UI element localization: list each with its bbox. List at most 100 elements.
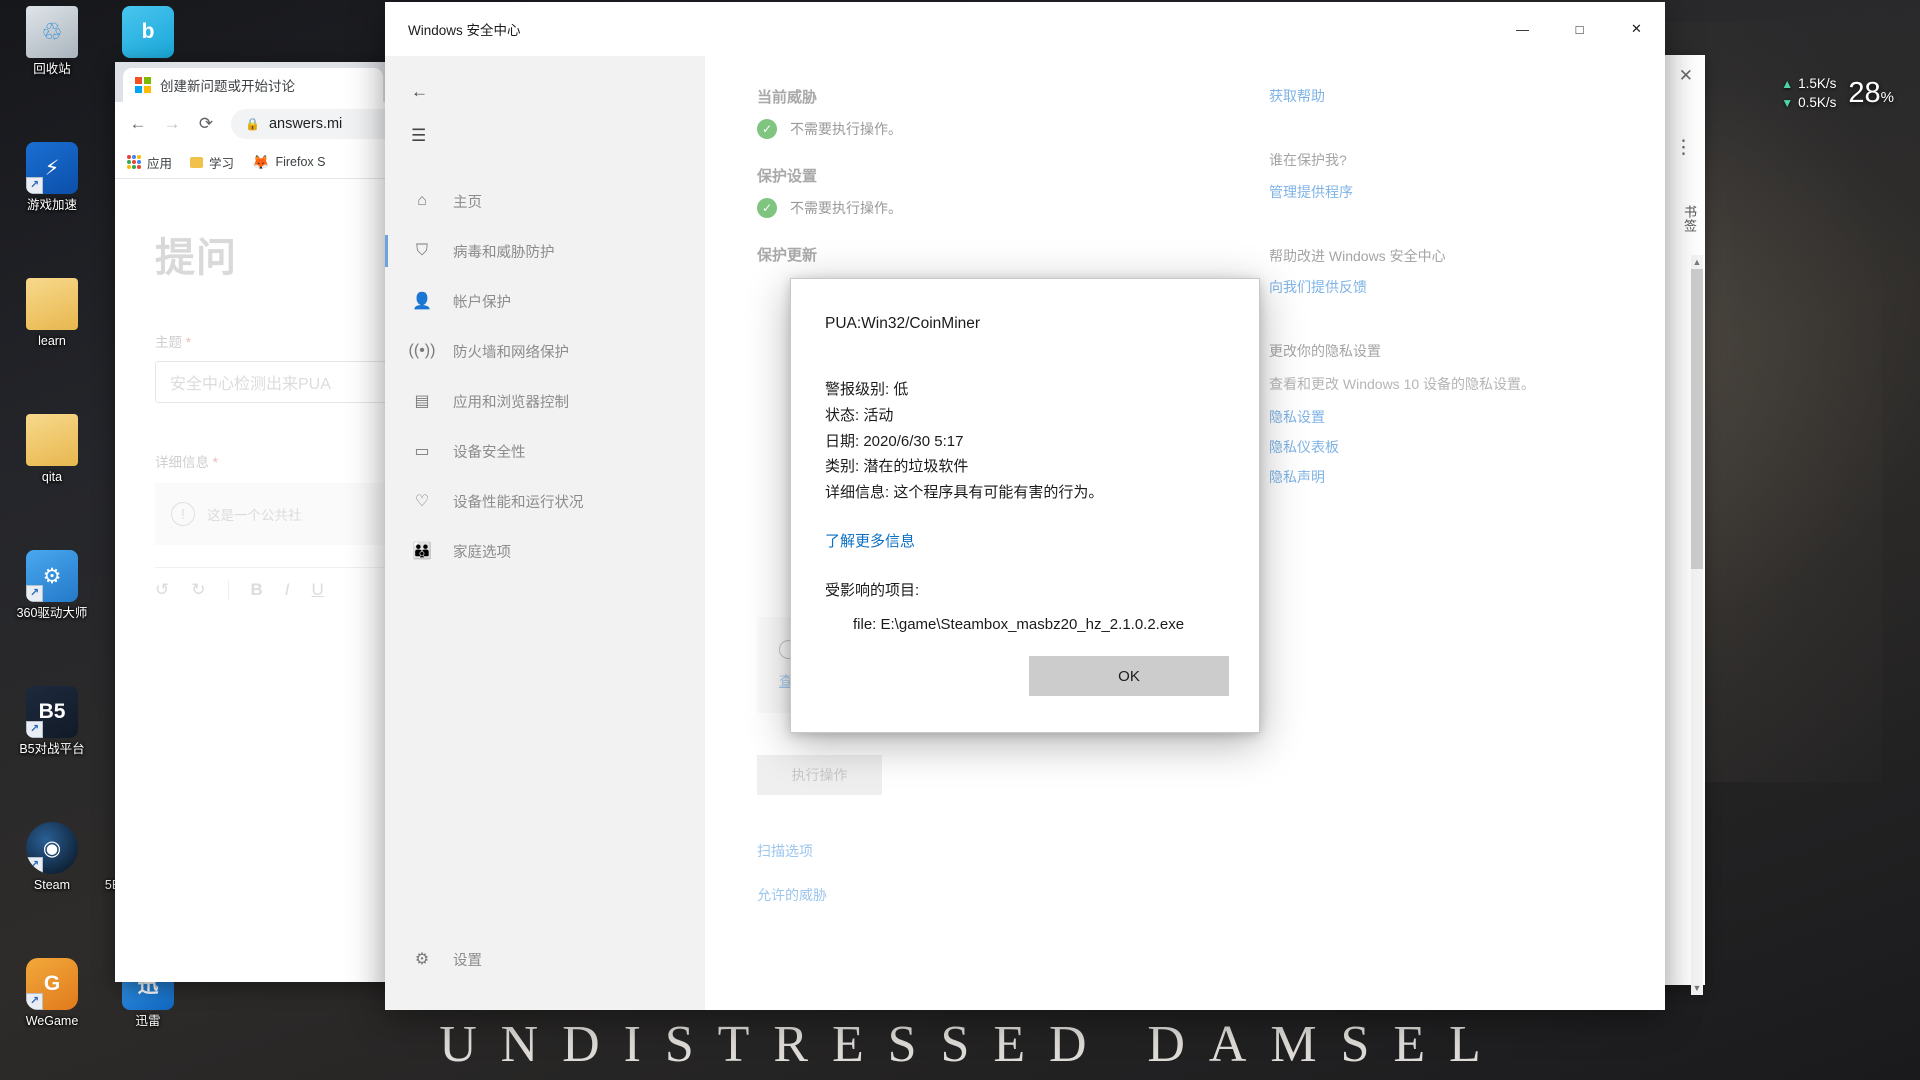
browser-tab[interactable]: 创建新问题或开始讨论 [123, 68, 383, 102]
desktop-icon-wegame[interactable]: G ↗ WeGame [4, 958, 100, 1066]
window-title: Windows 安全中心 [408, 23, 521, 38]
driver-master-icon: ⚙ ↗ [26, 550, 78, 602]
privacy-settings-link[interactable]: 隐私设置 [1269, 407, 1635, 427]
bookmark-label: 学习 [209, 156, 235, 171]
sidebar-item-account[interactable]: 👤 帐户保护 [385, 276, 705, 326]
sidebar-top: ← ☰ [385, 56, 705, 158]
recycle-bin-icon: ♲ [26, 6, 78, 58]
undo-icon[interactable]: ↺ [155, 580, 169, 600]
get-help-link[interactable]: 获取帮助 [1269, 86, 1635, 106]
scrollbar-thumb[interactable] [1691, 269, 1703, 569]
sidebar-item-label: 应用和浏览器控制 [453, 394, 569, 411]
back-icon[interactable]: ← [123, 109, 153, 139]
desktop-icon-driver-master[interactable]: ⚙ ↗ 360驱动大师 [4, 550, 100, 658]
security-title-bar[interactable]: Windows 安全中心 — □ ✕ [385, 2, 1665, 56]
wifi-icon: ((•)) [408, 342, 436, 359]
threat-details-dialog[interactable]: PUA:Win32/CoinMiner 警报级别: 低 状态: 活动 日期: 2… [790, 278, 1260, 733]
bookmark-firefox[interactable]: 🦊 Firefox S [252, 154, 325, 171]
sidebar-item-firewall[interactable]: ((•)) 防火墙和网络保护 [385, 326, 705, 376]
cpu-usage-value: 28% [1848, 77, 1894, 110]
sidebar-item-family[interactable]: 👪 家庭选项 [385, 526, 705, 576]
main-bottom-links: 扫描选项 允许的威胁 [757, 841, 1235, 905]
desktop-icon-qita[interactable]: qita [4, 414, 100, 522]
desktop-icon-label: Steam [33, 878, 71, 892]
dialog-title: PUA:Win32/CoinMiner [825, 315, 981, 332]
scroll-up-icon[interactable]: ▲ [1691, 255, 1703, 269]
bookmark-study[interactable]: 学习 [190, 153, 234, 172]
affected-file-path: file: E:\game\Steambox_masbz20_hz_2.1.0.… [853, 615, 1185, 633]
right-panel-feedback: 帮助改进 Windows 安全中心 向我们提供反馈 [1269, 246, 1635, 298]
window-icon: ▤ [414, 393, 430, 410]
desktop-icon-label: B5对战平台 [19, 742, 85, 756]
underline-icon[interactable]: U [312, 580, 324, 600]
desktop-icon-label: qita [41, 470, 63, 484]
desktop-icon-recycle-bin[interactable]: ♲ 回收站 [4, 6, 100, 114]
desktop-icon-column-1: ♲ 回收站 ⚡ ↗ 游戏加速 learn qita ⚙ ↗ 360驱动大师 B5 ↗ … [4, 6, 100, 1080]
sidebar-item-virus-threat[interactable]: ⛉ 病毒和威胁防护 [385, 226, 705, 276]
hamburger-icon[interactable]: ☰ [385, 114, 705, 158]
category-line: 类别: 潜在的垃圾软件 [825, 458, 969, 476]
status-row: ✓ 不需要执行操作。 [757, 119, 1235, 139]
info-icon: ! [171, 502, 195, 526]
bookmarks-label: 书签 [1682, 205, 1697, 233]
ok-button[interactable]: OK [1029, 656, 1229, 696]
learn-more-link[interactable]: 了解更多信息 [825, 530, 915, 551]
dialog-details: 警报级别: 低 状态: 活动 日期: 2020/6/30 5:17 类别: 潜在… [825, 377, 1229, 506]
italic-icon[interactable]: I [285, 580, 290, 600]
upload-speed-value: 1.5K/s [1798, 76, 1837, 91]
lock-icon: 🔒 [245, 117, 260, 131]
minimize-button[interactable]: — [1494, 2, 1551, 56]
sidebar-item-label: 设置 [453, 952, 482, 969]
redo-icon[interactable]: ↻ [191, 580, 205, 600]
allowed-threats-link[interactable]: 允许的威胁 [757, 885, 1235, 905]
right-panel-heading: 更改你的隐私设置 [1269, 343, 1381, 360]
required-marker: * [185, 335, 192, 350]
sidebar-item-device-security[interactable]: ▭ 设备安全性 [385, 426, 705, 476]
provide-feedback-link[interactable]: 向我们提供反馈 [1269, 277, 1635, 297]
privacy-dashboard-link[interactable]: 隐私仪表板 [1269, 437, 1635, 457]
arrow-up-icon: ▲ [1781, 76, 1794, 91]
scrollbar[interactable]: ▲ ▼ [1691, 255, 1703, 995]
desktop-icon-b5-platform[interactable]: B5 ↗ B5对战平台 [4, 686, 100, 794]
desktop-icon-learn[interactable]: learn [4, 278, 100, 386]
arrow-down-icon: ▼ [1781, 95, 1794, 110]
sidebar-item-label: 防火墙和网络保护 [453, 344, 569, 361]
home-icon: ⌂ [417, 192, 427, 209]
scan-options-link[interactable]: 扫描选项 [757, 841, 1235, 861]
laptop-icon: ▭ [414, 443, 430, 460]
kebab-menu-icon[interactable]: ⋮ [1674, 138, 1693, 156]
take-action-button[interactable]: 执行操作 [757, 755, 882, 795]
sidebar-item-settings[interactable]: ⚙ 设置 [385, 934, 705, 984]
forward-icon[interactable]: → [157, 109, 187, 139]
desktop-icon-label: 迅雷 [135, 1014, 161, 1028]
scroll-down-icon[interactable]: ▼ [1691, 981, 1703, 995]
section-protection-settings: 保护设置 ✓ 不需要执行操作。 [757, 165, 1235, 218]
manage-providers-link[interactable]: 管理提供程序 [1269, 182, 1635, 202]
reload-icon[interactable]: ⟳ [191, 109, 221, 139]
sidebar-item-app-browser[interactable]: ▤ 应用和浏览器控制 [385, 376, 705, 426]
desktop-icon-steam[interactable]: ◉ ↗ Steam [4, 822, 100, 930]
network-speed-rows: ▲ 1.5K/s ▼ 0.5K/s [1781, 76, 1836, 110]
maximize-button[interactable]: □ [1551, 2, 1608, 56]
privacy-statement-link[interactable]: 隐私声明 [1269, 467, 1635, 487]
sidebar-item-label: 家庭选项 [453, 544, 511, 561]
caption-buttons: — □ ✕ [1494, 2, 1665, 56]
notice-text: 这是一个公共社 [207, 508, 302, 523]
status-text: 不需要执行操作。 [790, 121, 902, 137]
status-text: 不需要执行操作。 [790, 200, 902, 216]
check-icon: ✓ [757, 119, 777, 139]
bookmark-apps[interactable]: 应用 [127, 153, 172, 172]
sidebar-item-home[interactable]: ⌂ 主页 [385, 176, 705, 226]
right-panel-text: 查看和更改 Windows 10 设备的隐私设置。 [1269, 376, 1536, 393]
close-button[interactable]: ✕ [1608, 2, 1665, 56]
sidebar-item-device-health[interactable]: ♡ 设备性能和运行状况 [385, 476, 705, 526]
desktop-icon-game-booster[interactable]: ⚡ ↗ 游戏加速 [4, 142, 100, 250]
b5-platform-icon: B5 ↗ [26, 686, 78, 738]
desktop-icon-label: WeGame [25, 1014, 79, 1028]
back-arrow-icon[interactable]: ← [385, 70, 705, 114]
sidebar-nav-list: ⌂ 主页 ⛉ 病毒和威胁防护 👤 帐户保护 ((•)) 防火墙和网络保护 ▤ 应… [385, 176, 705, 934]
bilibili-icon: b [122, 6, 174, 58]
browser-tab-title: 创建新问题或开始讨论 [160, 79, 295, 94]
bold-icon[interactable]: B [251, 580, 263, 600]
bookmark-label: Firefox S [275, 155, 326, 169]
